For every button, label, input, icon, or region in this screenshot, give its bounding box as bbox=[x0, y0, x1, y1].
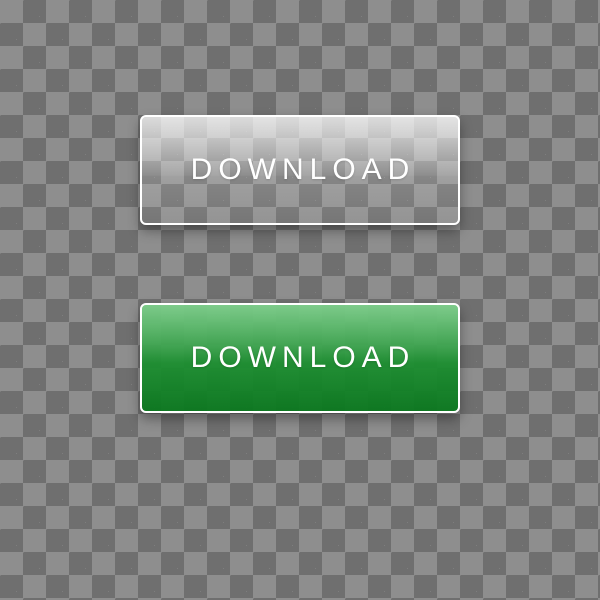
download-button-green[interactable]: DOWNLOAD bbox=[140, 303, 460, 413]
download-button-glass[interactable]: DOWNLOAD bbox=[140, 115, 460, 225]
download-button-green-label: DOWNLOAD bbox=[185, 341, 416, 375]
transparency-stage: DOWNLOAD DOWNLOAD bbox=[0, 0, 600, 600]
download-button-glass-label: DOWNLOAD bbox=[185, 153, 416, 187]
